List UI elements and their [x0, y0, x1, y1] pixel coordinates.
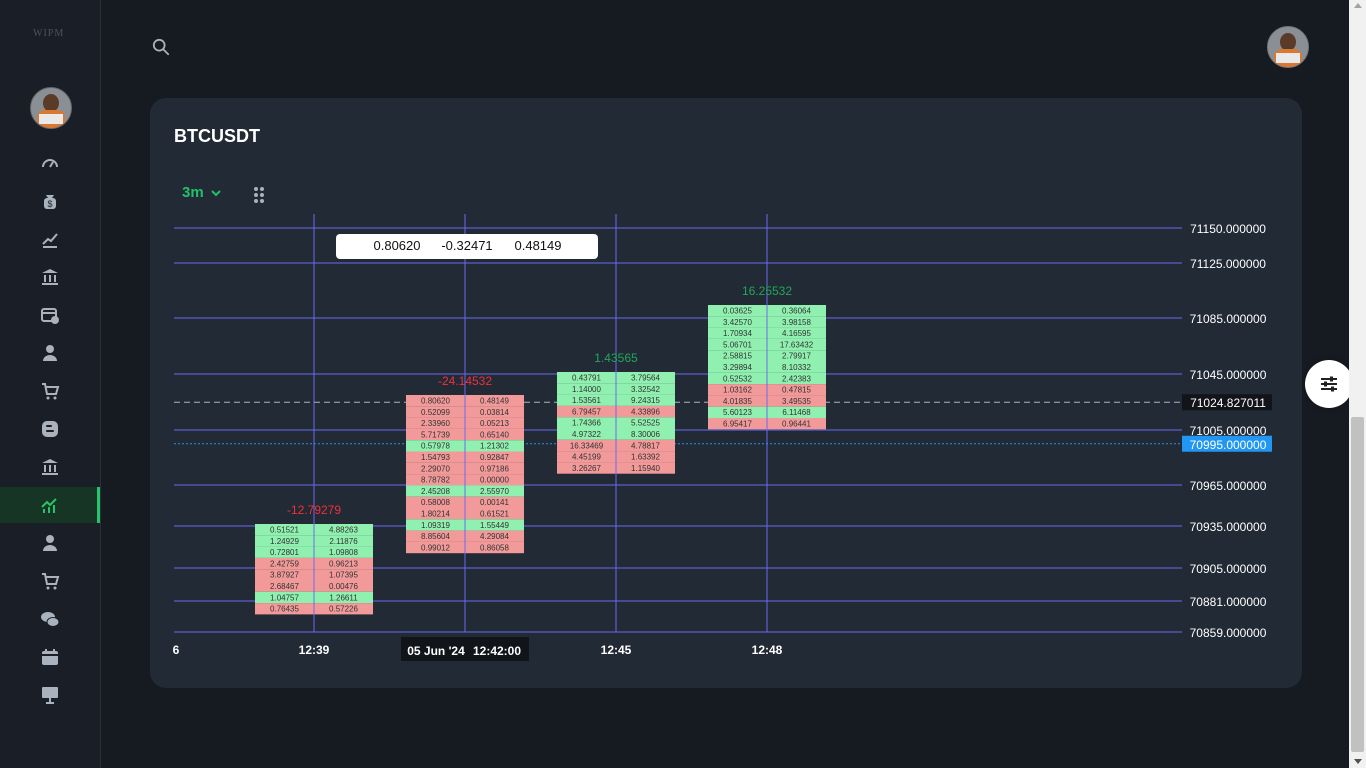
sidebar-item-calendar-check[interactable] [0, 297, 100, 333]
trading-chart-icon [40, 498, 57, 513]
money-bag-icon: $ [44, 195, 56, 209]
svg-text:$: $ [47, 199, 52, 209]
cart-icon [42, 573, 60, 590]
blogger-icon [42, 421, 58, 437]
presentation-icon [42, 687, 58, 704]
sidebar-item-blogger[interactable] [0, 411, 100, 447]
card-title: BTCUSDT [174, 126, 260, 146]
drag-handle-icon[interactable] [253, 186, 265, 204]
scrollbar[interactable] [1349, 0, 1366, 768]
sidebar-item-calendar[interactable] [0, 639, 100, 675]
trending-chart-icon [42, 233, 58, 248]
search-icon[interactable] [152, 38, 170, 56]
sidebar-item-presentation[interactable] [0, 677, 100, 713]
sidebar: WIPM $ [0, 0, 101, 768]
calendar-icon [42, 649, 58, 665]
calendar-check-icon [41, 308, 59, 324]
sidebar-item-bank[interactable] [0, 449, 100, 485]
sidebar-item-cart[interactable] [0, 563, 100, 599]
topbar [101, 0, 1349, 80]
sidebar-item-chat[interactable] [0, 601, 100, 637]
sidebar-item-dashboard-gauge[interactable] [0, 145, 100, 181]
logo: WIPM [33, 28, 65, 39]
sliders-icon [1321, 376, 1337, 392]
timeframe-select[interactable]: 3m [182, 184, 222, 201]
sidebar-item-trading-chart[interactable] [0, 487, 100, 523]
sidebar-item-cart[interactable] [0, 373, 100, 409]
sidebar-item-bank[interactable] [0, 259, 100, 295]
bank-icon [42, 269, 58, 285]
scroll-thumb[interactable] [1351, 417, 1364, 752]
dashboard-gauge-icon [42, 159, 58, 168]
chevron-down-icon [210, 189, 221, 196]
chart-card: BTCUSDT 3m [150, 98, 1302, 688]
user-icon [43, 535, 57, 551]
sidebar-item-user[interactable] [0, 335, 100, 371]
scroll-down-arrow[interactable] [1354, 759, 1362, 764]
scroll-up-arrow[interactable] [1354, 3, 1362, 8]
chart-settings-button[interactable] [1305, 360, 1353, 408]
sidebar-item-user[interactable] [0, 525, 100, 561]
cart-icon [42, 383, 60, 400]
sidebar-avatar[interactable] [30, 87, 72, 129]
bank-icon [42, 459, 58, 475]
sidebar-item-trending-chart[interactable] [0, 221, 100, 257]
chat-icon [41, 612, 60, 627]
timeframe-value: 3m [182, 184, 204, 201]
sidebar-item-money-bag[interactable]: $ [0, 183, 100, 219]
user-avatar[interactable] [1267, 26, 1309, 68]
user-icon [43, 345, 57, 361]
